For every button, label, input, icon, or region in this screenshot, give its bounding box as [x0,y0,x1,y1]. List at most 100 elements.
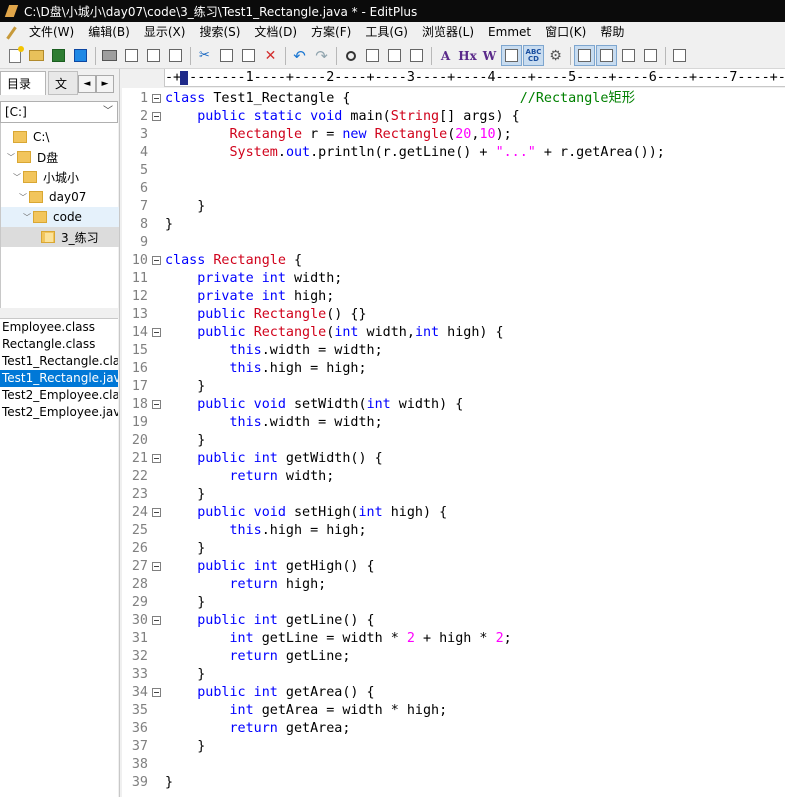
code-line[interactable]: 15 this.width = width; [122,342,785,360]
replace-button[interactable] [362,45,383,66]
find-button[interactable] [340,45,361,66]
code-line[interactable]: 10 class Rectangle { [122,252,785,270]
fold-toggle-icon[interactable] [152,400,161,409]
code-line[interactable]: 5 [122,162,785,180]
code-line[interactable]: 25 this.high = high; [122,522,785,540]
code-line[interactable]: 3 Rectangle r = new Rectangle(20,10); [122,126,785,144]
tab-directory[interactable]: 目录 [0,71,46,95]
tree-item[interactable]: C:\ [1,127,119,147]
drive-select[interactable]: [C:] ﹀ [0,101,118,123]
fullscreen-button[interactable] [640,45,661,66]
code-line[interactable]: 33 } [122,666,785,684]
undo-button[interactable]: ↶ [289,45,310,66]
spell-check-button[interactable] [143,45,164,66]
hex-button[interactable]: Hx [457,45,478,66]
code-line[interactable]: 12 private int high; [122,288,785,306]
paste-button[interactable] [238,45,259,66]
code-line[interactable]: 32 return getLine; [122,648,785,666]
help-button[interactable] [669,45,690,66]
code-line[interactable]: 34 public int getArea() { [122,684,785,702]
file-list-item-selected[interactable]: Test1_Rectangle.jav [0,370,118,387]
menu-document[interactable]: 文档(D) [247,23,304,42]
tree-item-selected[interactable]: 3_练习 [1,227,119,247]
fold-toggle-icon[interactable] [152,562,161,571]
menu-browser[interactable]: 浏览器(L) [415,23,481,42]
fold-toggle-icon[interactable] [152,454,161,463]
menu-view[interactable]: 显示(X) [137,23,193,42]
code-line[interactable]: 27 public int getHigh() { [122,558,785,576]
redo-button[interactable]: ↷ [311,45,332,66]
code-line[interactable]: 26 } [122,540,785,558]
new-file-button[interactable] [4,45,25,66]
code-line[interactable]: 18 public void setWidth(int width) { [122,396,785,414]
code-line[interactable]: 36 return getArea; [122,720,785,738]
code-line[interactable]: 17 } [122,378,785,396]
tab-text[interactable]: 文本 [48,71,78,95]
copy-button[interactable] [216,45,237,66]
save-all-button[interactable] [70,45,91,66]
code-line[interactable]: 29 } [122,594,785,612]
tab-scroll-right-button[interactable]: ► [96,75,114,93]
file-list-item[interactable]: Test1_Rectangle.cla [0,353,118,370]
fold-toggle-icon[interactable] [152,616,161,625]
preferences-button[interactable]: ⚙ [545,45,566,66]
code-line[interactable]: 24 public void setHigh(int high) { [122,504,785,522]
code-line[interactable]: 13 public Rectangle() {} [122,306,785,324]
menu-emmet[interactable]: Emmet [481,23,538,42]
print-preview-button[interactable] [121,45,142,66]
output-window-button[interactable] [618,45,639,66]
tree-item[interactable]: ﹀ day07 [1,187,119,207]
code-line[interactable]: 16 this.high = high; [122,360,785,378]
delete-button[interactable]: ✕ [260,45,281,66]
cliptext-window-button[interactable] [596,45,617,66]
code-line[interactable]: 30 public int getLine() { [122,612,785,630]
code-line[interactable]: 28 return high; [122,576,785,594]
code-line[interactable]: 8} [122,216,785,234]
font-button[interactable]: A [435,45,456,66]
file-list-item[interactable]: Rectangle.class [0,336,118,353]
tree-item[interactable]: ﹀ 小城小 [1,167,119,187]
menu-file[interactable]: 文件(W) [22,23,81,42]
code-line[interactable]: 31 int getLine = width * 2 + high * 2; [122,630,785,648]
code-editor[interactable]: 1 class Test1_Rectangle { //Rectangle矩形 2 … [122,88,785,797]
cut-button[interactable]: ✂ [194,45,215,66]
code-line[interactable]: 9 [122,234,785,252]
code-line[interactable]: 7 } [122,198,785,216]
directory-window-button[interactable] [574,45,595,66]
find-in-files-button[interactable] [384,45,405,66]
fold-toggle-icon[interactable] [152,508,161,517]
fold-toggle-icon[interactable] [152,688,161,697]
code-line[interactable]: 38 [122,756,785,774]
code-line[interactable]: 2 public static void main(String[] args)… [122,108,785,126]
fold-toggle-icon[interactable] [152,112,161,121]
code-line[interactable]: 21 public int getWidth() { [122,450,785,468]
code-line[interactable]: 1 class Test1_Rectangle { //Rectangle矩形 [122,90,785,108]
print-button[interactable] [99,45,120,66]
code-line[interactable]: 35 int getArea = width * high; [122,702,785,720]
file-list-item[interactable]: Test2_Employee.cla [0,387,118,404]
file-list-item[interactable]: Test2_Employee.jav [0,404,118,421]
code-line[interactable]: 6 [122,180,785,198]
fold-toggle-icon[interactable] [152,94,161,103]
code-line[interactable]: 4 System.out.println(r.getLine() + "..."… [122,144,785,162]
code-line[interactable]: 20 } [122,432,785,450]
save-button[interactable] [48,45,69,66]
menu-help[interactable]: 帮助 [593,23,631,42]
code-line[interactable]: 39} [122,774,785,792]
goto-button[interactable] [406,45,427,66]
menu-project[interactable]: 方案(F) [304,23,358,42]
fold-toggle-icon[interactable] [152,328,161,337]
code-line[interactable]: 22 return width; [122,468,785,486]
code-line[interactable]: 11 private int width; [122,270,785,288]
tab-scroll-left-button[interactable]: ◄ [78,75,96,93]
code-line[interactable]: 19 this.width = width; [122,414,785,432]
code-line[interactable]: 37 } [122,738,785,756]
file-list-item[interactable]: Employee.class [0,319,118,336]
line-number-button[interactable] [501,45,522,66]
tree-item[interactable]: ﹀ D盘 [1,147,119,167]
browser-button[interactable] [165,45,186,66]
code-line[interactable]: 14 public Rectangle(int width,int high) … [122,324,785,342]
tree-item[interactable]: ﹀ code [1,207,119,227]
menu-tools[interactable]: 工具(G) [358,23,415,42]
open-button[interactable] [26,45,47,66]
